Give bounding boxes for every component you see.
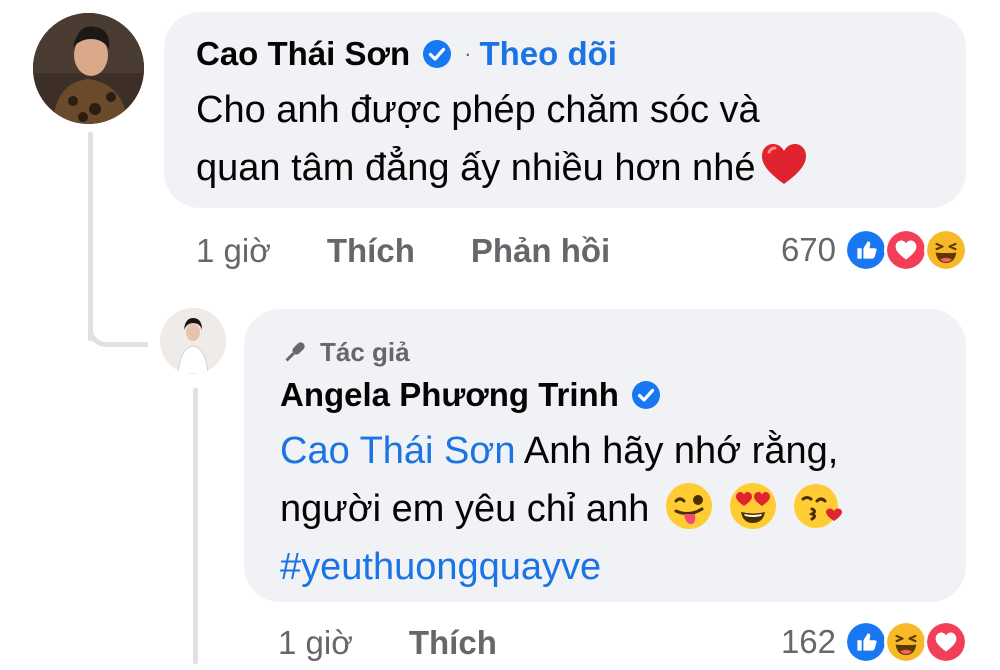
verified-badge-icon	[423, 40, 452, 68]
reply-header: Angela Phương Trinh	[280, 369, 661, 421]
comment-text-line: Cho anh được phép chăm sóc và	[196, 89, 760, 131]
reply-reaction-count: 162	[780, 623, 836, 660]
reply-author-name[interactable]: Angela Phương Trinh	[280, 376, 619, 414]
reply-thread-line	[193, 388, 198, 664]
timestamp[interactable]: 1 giờ	[196, 232, 271, 270]
heart-eyes-emoji	[730, 483, 777, 529]
reply-timestamp[interactable]: 1 giờ	[278, 624, 353, 662]
kissing-heart-emoji	[794, 484, 843, 528]
reply-like-button[interactable]: Thích	[409, 624, 497, 662]
like-reaction-icon	[844, 228, 888, 272]
separator-dot: ·	[464, 41, 472, 66]
reply-profile-photo	[160, 308, 226, 374]
author-badge-label: Tác giả	[320, 336, 410, 367]
reply-button[interactable]: Phản hồi	[471, 232, 610, 270]
winking-tongue-emoji	[665, 483, 712, 529]
like-reaction-icon	[844, 620, 888, 664]
red-heart-emoji	[762, 144, 807, 184]
profile-photo	[33, 13, 144, 124]
like-button[interactable]: Thích	[327, 232, 415, 270]
author-badge: Tác giả	[280, 332, 410, 372]
reply-reaction-summary[interactable]: 162	[781, 616, 968, 668]
comment-header: Cao Thái Sơn · Theo dõi	[196, 28, 617, 80]
haha-reaction-icon	[884, 620, 928, 664]
reply-actions: 1 giờ Thích	[278, 616, 553, 670]
love-reaction-icon	[884, 228, 928, 272]
thread-connector	[88, 296, 148, 347]
microphone-icon	[285, 342, 305, 362]
comment-actions: 1 giờ Thích Phản hồi	[196, 224, 610, 278]
love-reaction-icon	[924, 620, 968, 664]
commenter-name[interactable]: Cao Thái Sơn	[196, 35, 410, 73]
reply-text-line: Anh hãy nhớ rằng,	[515, 430, 839, 472]
reply-text-line: người em yêu chỉ anh	[280, 488, 650, 530]
reply-avatar[interactable]	[160, 308, 226, 374]
reaction-count: 670	[780, 231, 836, 268]
mention-link[interactable]: Cao Thái Sơn	[280, 430, 515, 472]
haha-reaction-icon	[924, 228, 968, 272]
avatar[interactable]	[33, 13, 144, 124]
follow-button[interactable]: Theo dõi	[479, 35, 616, 73]
reaction-summary[interactable]: 670	[781, 224, 968, 276]
verified-badge-icon	[631, 381, 660, 409]
comment-text: Cho anh được phép chăm sóc và quan tâm đ…	[196, 81, 956, 197]
comment-text-line: quan tâm đẳng ấy nhiều hơn nhé	[196, 147, 756, 189]
reply-text: Cao Thái Sơn Anh hãy nhớ rằng, người em …	[280, 422, 960, 596]
hashtag-link[interactable]: #yeuthuongquayve	[280, 538, 960, 596]
